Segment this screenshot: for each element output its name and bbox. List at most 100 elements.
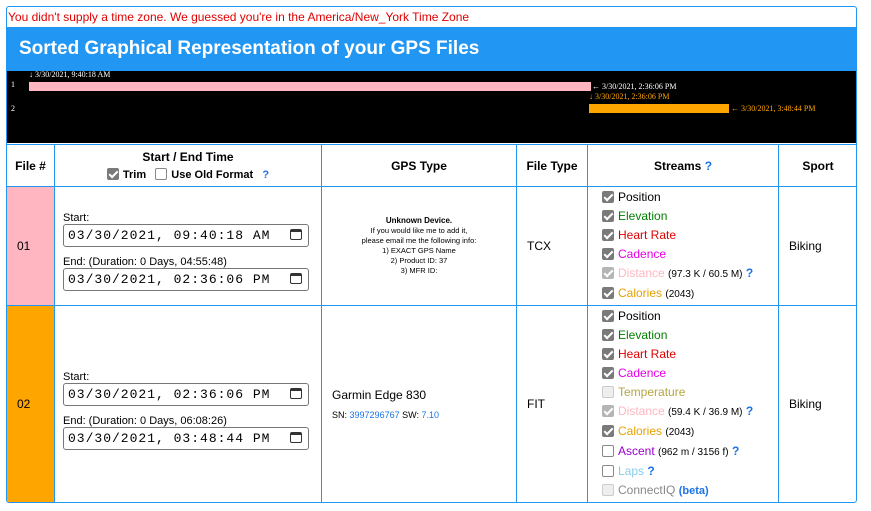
start-label: Start: — [63, 370, 90, 383]
distance-label: Distance — [618, 404, 665, 418]
old-format-label: Use Old Format — [171, 169, 254, 181]
device-title: Unknown Device. — [385, 216, 453, 225]
device-name: Garmin Edge 830 — [332, 388, 427, 402]
old-format-checkbox[interactable] — [155, 168, 168, 180]
file-num-cell: 02 — [7, 305, 55, 502]
gps-type-cell: Garmin Edge 830 SN: 3997296767 SW: 7.10 — [321, 305, 517, 502]
file-type-cell: FIT — [516, 305, 588, 502]
timeline-row1-number: 1 — [11, 80, 15, 89]
laps-help-link[interactable]: ? — [647, 464, 654, 478]
ascent-help-link[interactable]: ? — [732, 444, 739, 458]
temperature-label: Temperature — [618, 385, 686, 399]
timeline-row1-end-label: ← 3/30/2021, 2:36:06 PM — [592, 82, 677, 91]
temperature-checkbox — [602, 386, 614, 398]
sport-cell: Biking — [778, 186, 856, 306]
timeline-row2-end-label: ← 3/30/2021, 3:48:44 PM — [731, 104, 816, 113]
calendar-icon[interactable] — [290, 228, 302, 240]
sn-label: SN: — [332, 410, 348, 420]
trim-checkbox[interactable] — [106, 168, 119, 180]
beta-link[interactable]: (beta) — [679, 485, 709, 497]
cadence-label: Cadence — [618, 247, 667, 261]
table-row: 02 Start: 03/30/2021, 02:36:06 PM End: (… — [7, 305, 856, 502]
calories-label: Calories — [618, 286, 663, 300]
device-info-line: If you would like me to add it, — [370, 226, 468, 235]
timeline-row2-number: 2 — [11, 104, 15, 113]
cadence-label: Cadence — [618, 366, 667, 380]
position-checkbox[interactable] — [602, 191, 614, 203]
device-info-line: 2) Product ID: 37 — [390, 256, 448, 265]
sw-value: 7.10 — [421, 410, 439, 420]
streams-header: Streams ? — [587, 144, 779, 187]
gps-type-header: GPS Type — [321, 144, 517, 187]
distance-checkbox — [602, 267, 614, 279]
elevation-label: Elevation — [618, 209, 668, 223]
page-title: Sorted Graphical Representation of your … — [19, 38, 480, 59]
calories-checkbox[interactable] — [602, 425, 614, 437]
gps-type-cell: Unknown Device. If you would like me to … — [321, 186, 517, 306]
start-datetime-input[interactable]: 03/30/2021, 02:36:06 PM — [63, 382, 309, 406]
connectiq-label: ConnectIQ — [618, 483, 676, 497]
file-type-cell: TCX — [516, 186, 588, 306]
laps-checkbox[interactable] — [602, 465, 614, 477]
ascent-label: Ascent — [618, 444, 655, 458]
timeline-row2-start-label: ↓ 3/30/2021, 2:36:06 PM — [589, 92, 670, 101]
distance-checkbox — [602, 405, 614, 417]
distance-help-link[interactable]: ? — [746, 404, 753, 418]
calories-detail: (2043) — [665, 289, 695, 300]
distance-help-link[interactable]: ? — [746, 266, 753, 280]
device-info-line: 3) MFR ID: — [400, 266, 438, 275]
end-label: End: (Duration: 0 Days, 04:55:48) — [63, 255, 227, 268]
table-header-row: File # Start / End Time Trim Use Old For… — [7, 144, 856, 187]
file-type-header: File Type — [516, 144, 588, 187]
start-datetime-input[interactable]: 03/30/2021, 09:40:18 AM — [63, 223, 309, 247]
ascent-checkbox[interactable] — [602, 445, 614, 457]
end-datetime-input[interactable]: 03/30/2021, 03:48:44 PM — [63, 426, 309, 450]
heart-rate-checkbox[interactable] — [602, 229, 614, 241]
format-help-link[interactable]: ? — [262, 169, 269, 181]
calendar-icon[interactable] — [290, 387, 302, 399]
time-cell: Start: 03/30/2021, 02:36:06 PM End: (Dur… — [54, 305, 322, 502]
timeline-row1-bar — [29, 82, 591, 91]
table-row: 01 Start: 03/30/2021, 09:40:18 AM End: (… — [7, 186, 856, 306]
distance-label: Distance — [618, 266, 665, 280]
elevation-checkbox[interactable] — [602, 329, 614, 341]
cadence-checkbox[interactable] — [602, 367, 614, 379]
sn-value: 3997296767 — [349, 410, 400, 420]
heart-rate-label: Heart Rate — [618, 228, 677, 242]
ascent-detail: (962 m / 3156 f) — [658, 447, 729, 458]
time-header: Start / End Time Trim Use Old Format ? — [54, 144, 322, 187]
calories-checkbox[interactable] — [602, 287, 614, 299]
position-label: Position — [618, 309, 661, 323]
file-num-header: File # — [7, 144, 55, 187]
gps-files-panel: You didn't supply a time zone. We guesse… — [6, 6, 857, 503]
timezone-warning: You didn't supply a time zone. We guesse… — [8, 10, 470, 24]
timeline-graph: 1 ↓ 3/30/2021, 9:40:18 AM ← 3/30/2021, 2… — [7, 70, 856, 143]
connectiq-checkbox — [602, 484, 614, 496]
time-header-label: Start / End Time — [142, 150, 234, 164]
sport-cell: Biking — [778, 305, 856, 502]
header-bar: Sorted Graphical Representation of your … — [7, 27, 856, 71]
sport-header: Sport — [778, 144, 856, 187]
heart-rate-label: Heart Rate — [618, 347, 677, 361]
streams-help-link[interactable]: ? — [705, 159, 712, 173]
position-checkbox[interactable] — [602, 310, 614, 322]
device-info-line: please email me the following info: — [361, 236, 477, 245]
gps-files-table: File # Start / End Time Trim Use Old For… — [7, 144, 856, 502]
start-label: Start: — [63, 211, 90, 224]
elevation-label: Elevation — [618, 328, 668, 342]
file-num-cell: 01 — [7, 186, 55, 306]
calories-label: Calories — [618, 424, 663, 438]
trim-label: Trim — [122, 169, 147, 181]
calendar-icon[interactable] — [290, 431, 302, 443]
heart-rate-checkbox[interactable] — [602, 348, 614, 360]
end-datetime-input[interactable]: 03/30/2021, 02:36:06 PM — [63, 267, 309, 291]
elevation-checkbox[interactable] — [602, 210, 614, 222]
position-label: Position — [618, 190, 661, 204]
timeline-row1-start-label: ↓ 3/30/2021, 9:40:18 AM — [29, 70, 111, 79]
distance-detail: (59.4 K / 36.9 M) — [668, 407, 743, 418]
streams-cell: Position Elevation Heart Rate Cadence Di… — [587, 186, 779, 306]
cadence-checkbox[interactable] — [602, 248, 614, 260]
sw-label: SW: — [402, 410, 419, 420]
calories-detail: (2043) — [665, 427, 695, 438]
calendar-icon[interactable] — [290, 272, 302, 284]
